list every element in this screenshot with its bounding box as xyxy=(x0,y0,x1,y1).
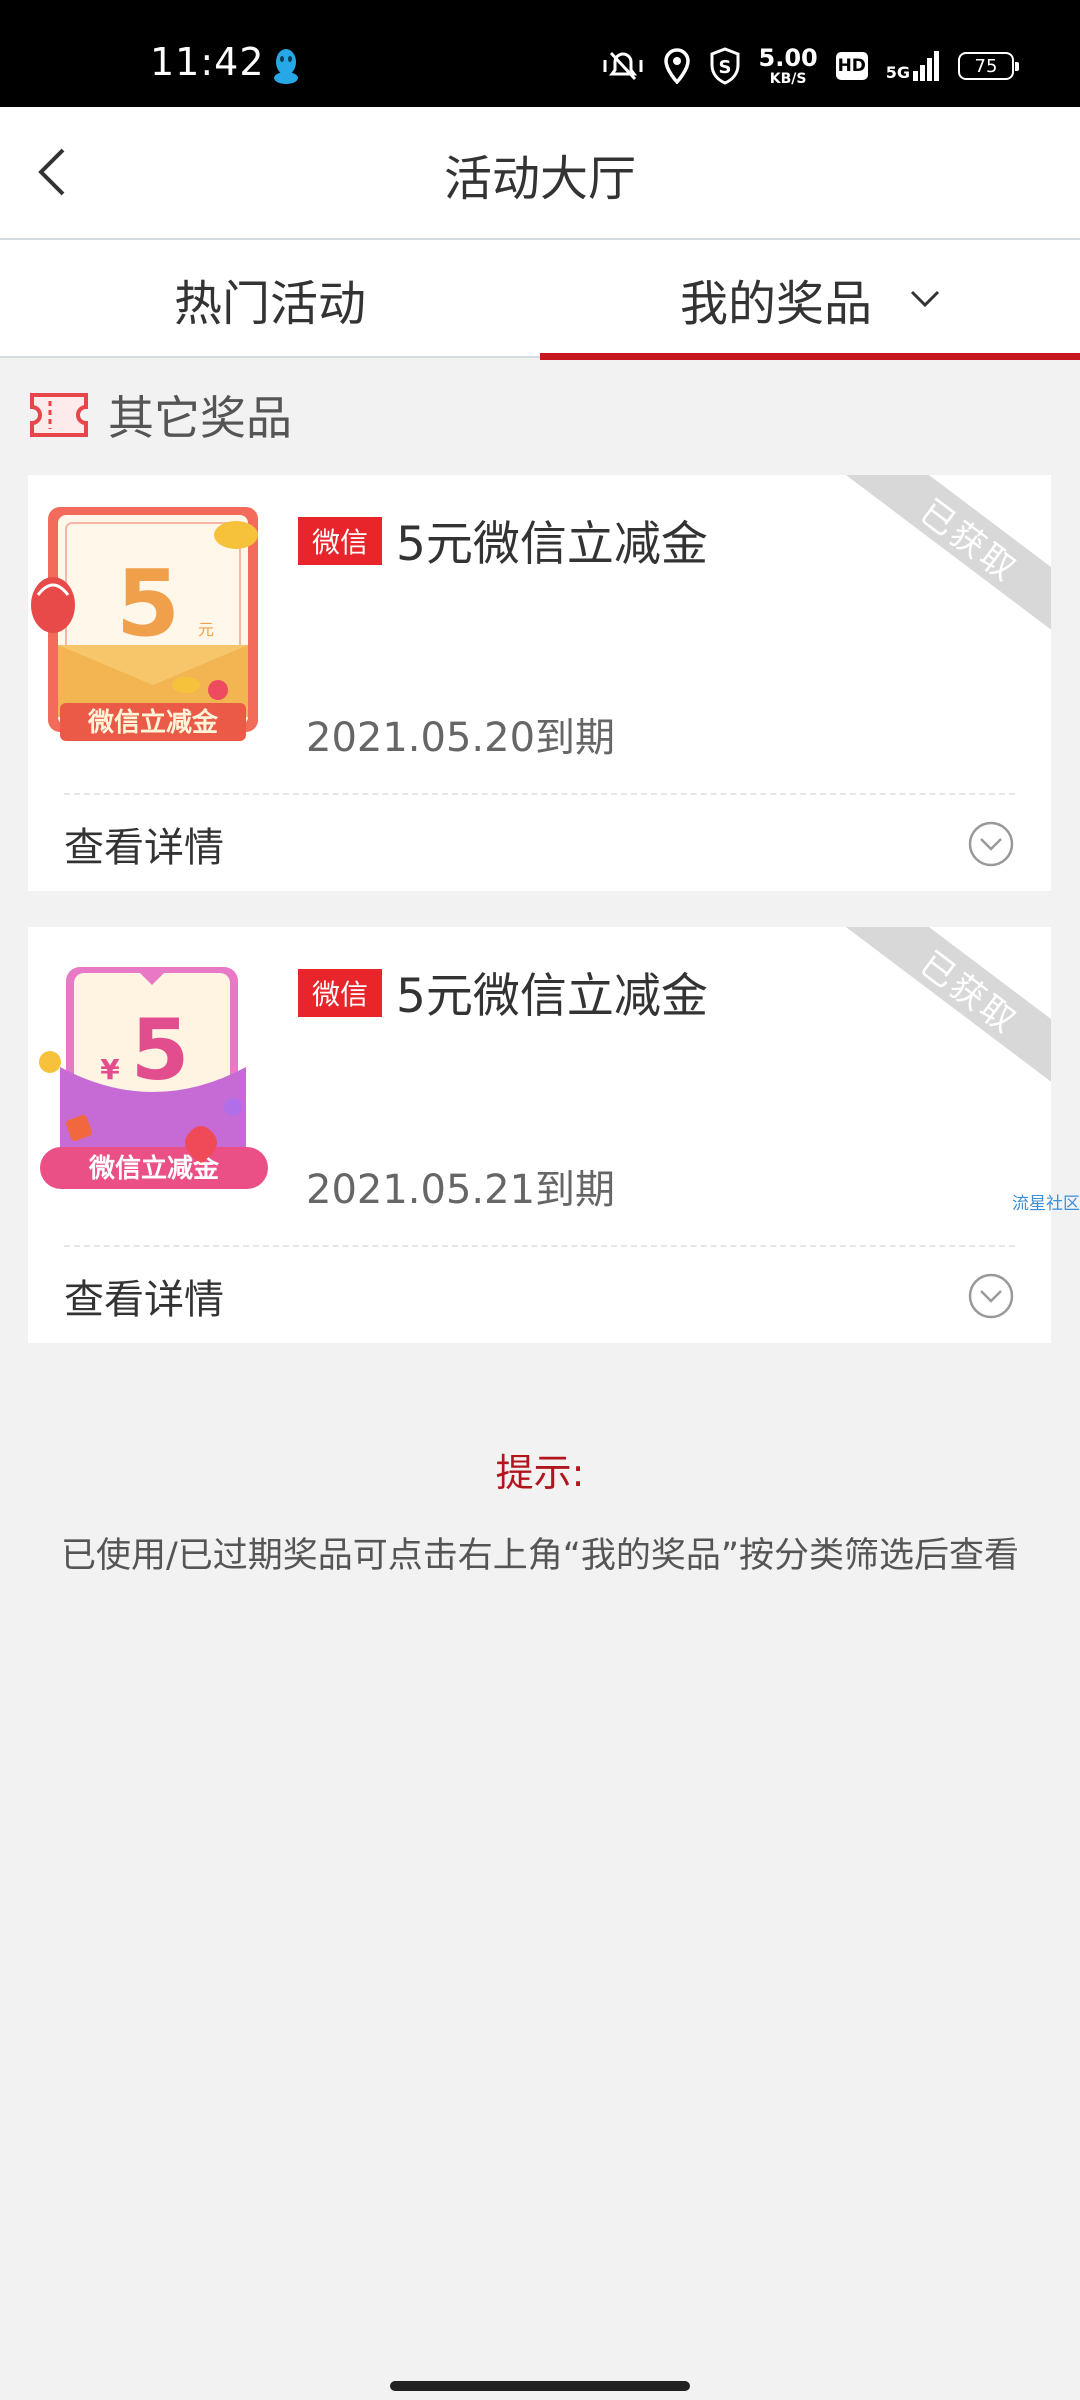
location-icon xyxy=(663,48,690,84)
divider xyxy=(64,793,1015,795)
tab-hot-activities[interactable]: 热门活动 xyxy=(0,240,540,358)
view-details-label: 查看详情 xyxy=(64,1277,224,1323)
signal-icon xyxy=(913,51,939,81)
status-time: 11:42 xyxy=(150,40,265,84)
prize-card[interactable]: 已获取 5 元 微信立减金 微信 5元微信立减金 2021.05.20到期 查看… xyxy=(28,475,1051,891)
tab-label: 我的奖品 xyxy=(679,276,872,332)
prize-name: 5元微信立减金 xyxy=(396,969,708,1024)
coupon-thumbnail: 5 元 微信立减金 xyxy=(31,507,258,741)
svg-text:S: S xyxy=(718,57,731,78)
network-type: 5G xyxy=(885,63,910,82)
tab-bar: 热门活动 我的奖品 xyxy=(0,240,1080,360)
wechat-tag: 微信 xyxy=(298,517,382,565)
ticket-icon xyxy=(30,393,88,437)
shield-s-icon: S xyxy=(710,47,740,85)
hd-icon: HD xyxy=(835,52,868,80)
view-details-row[interactable]: 查看详情 xyxy=(64,797,1015,891)
wechat-tag: 微信 xyxy=(298,969,382,1017)
battery-level: 75 xyxy=(974,55,998,77)
qq-icon xyxy=(274,49,298,84)
chevron-down-icon xyxy=(910,290,940,308)
app-header: 活动大厅 xyxy=(0,107,1080,240)
divider xyxy=(64,1245,1015,1247)
status-ribbon: 已获取 xyxy=(836,927,1051,1101)
watermark: 流星社区 xyxy=(1012,1194,1080,1214)
svg-text:¥: ¥ xyxy=(100,1053,120,1086)
network-speed: 5.00 KB/S xyxy=(758,44,818,87)
section-header: 其它奖品 xyxy=(28,380,292,450)
home-indicator[interactable] xyxy=(390,2381,690,2391)
view-details-label: 查看详情 xyxy=(64,825,224,871)
tab-my-prizes[interactable]: 我的奖品 xyxy=(540,240,1080,360)
battery-icon: 75 xyxy=(958,52,1019,80)
prize-card[interactable]: 已获取 ¥ 5 微信立减金 微信 5元微信立减金 2021.05.21到期 查看… xyxy=(28,927,1051,1343)
tip-title: 提示: xyxy=(495,1451,585,1495)
expire-date: 2021.05.21到期 xyxy=(306,1167,616,1213)
svg-text:元: 元 xyxy=(198,620,214,639)
prize-name: 5元微信立减金 xyxy=(396,517,708,572)
page-title: 活动大厅 xyxy=(443,151,636,207)
section-title: 其它奖品 xyxy=(108,391,292,445)
expire-date: 2021.05.20到期 xyxy=(306,715,616,761)
tip-body: 已使用/已过期奖品可点击右上角“我的奖品”按分类筛选后查看 xyxy=(60,1536,1020,1576)
view-details-row[interactable]: 查看详情 xyxy=(64,1249,1015,1343)
svg-text:微信立减金: 微信立减金 xyxy=(87,707,219,738)
tab-label: 热门活动 xyxy=(173,276,366,332)
expand-circle-icon[interactable] xyxy=(967,820,1015,868)
svg-text:5: 5 xyxy=(116,550,180,657)
status-bar: 11:42 S 5.00 KB/S HD 5G 75 xyxy=(0,0,1080,107)
coupon-thumbnail: ¥ 5 微信立减金 xyxy=(39,967,268,1189)
svg-text:5: 5 xyxy=(131,1001,189,1099)
mute-vibrate-icon xyxy=(603,51,643,81)
status-ribbon: 已获取 xyxy=(836,475,1051,649)
expand-circle-icon[interactable] xyxy=(967,1272,1015,1320)
